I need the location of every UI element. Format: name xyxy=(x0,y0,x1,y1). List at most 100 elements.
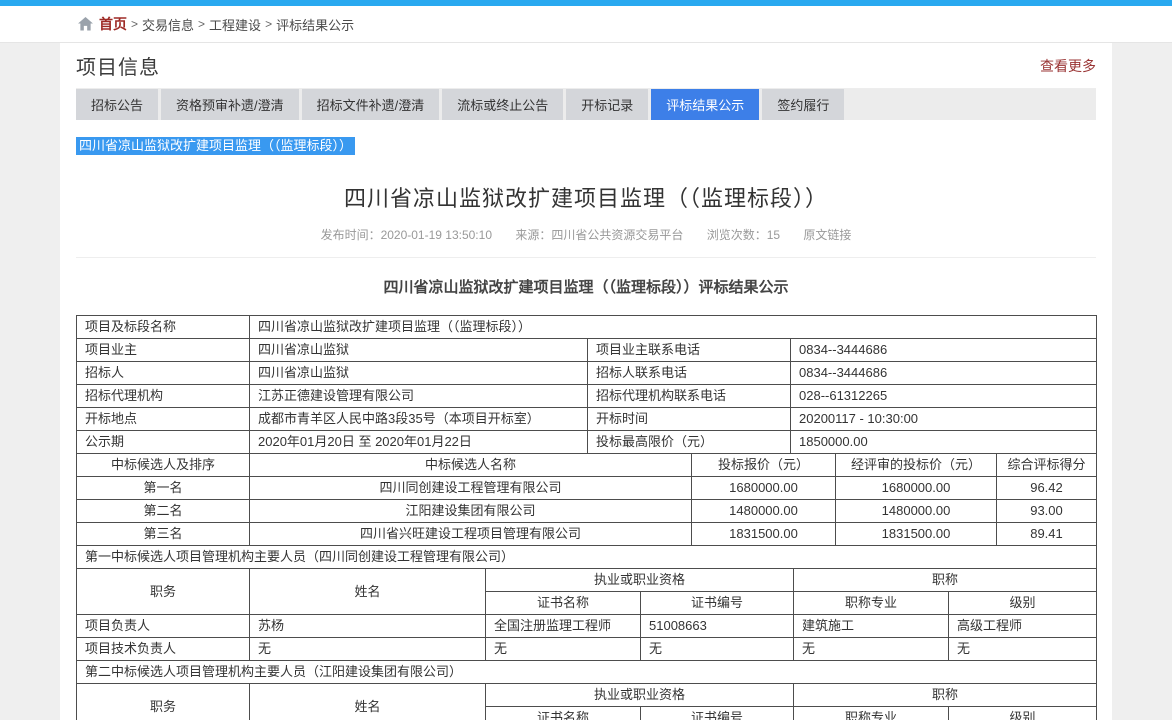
table-header-cell: 职称专业 xyxy=(794,592,949,615)
second-candidate-personnel-table: 第二中标候选人项目管理机构主要人员（江阳建设集团有限公司） 职务 姓名 执业或职… xyxy=(76,660,1097,720)
original-link[interactable]: 原文链接 xyxy=(803,228,851,242)
table-row: 开标地点 成都市青羊区人民中路3段35号（本项目开标室） 开标时间 202001… xyxy=(77,408,1097,431)
table-cell: 江苏正德建设管理有限公司 xyxy=(250,385,588,408)
table-header-row: 职务 姓名 执业或职业资格 职称 xyxy=(77,684,1097,707)
article-meta: 发布时间：2020-01-19 13:50:10 来源：四川省公共资源交易平台 … xyxy=(76,226,1096,258)
section-title-row: 第二中标候选人项目管理机构主要人员（江阳建设集团有限公司） xyxy=(77,661,1097,684)
breadcrumb-item-trade-info[interactable]: 交易信息 xyxy=(142,15,194,34)
table-cell: 四川省凉山监狱 xyxy=(250,339,588,362)
table-cell: 1480000.00 xyxy=(836,500,997,523)
table-cell: 1680000.00 xyxy=(692,477,836,500)
table-header-cell: 投标报价（元） xyxy=(692,454,836,477)
table-cell: 1680000.00 xyxy=(836,477,997,500)
breadcrumb-item-eval-results[interactable]: 评标结果公示 xyxy=(276,15,354,34)
tab-failed-or-terminated[interactable]: 流标或终止公告 xyxy=(442,89,563,120)
tab-bar: 招标公告 资格预审补遗/澄清 招标文件补遗/澄清 流标或终止公告 开标记录 评标… xyxy=(76,89,1096,120)
breadcrumb-item-engineering[interactable]: 工程建设 xyxy=(209,15,261,34)
table-header-cell: 综合评标得分 xyxy=(997,454,1097,477)
table-header-cell: 级别 xyxy=(949,592,1097,615)
table-cell: 89.41 xyxy=(997,523,1097,546)
table-header-cell: 职称专业 xyxy=(794,707,949,720)
table-cell: 四川省兴旺建设工程项目管理有限公司 xyxy=(250,523,692,546)
table-cell: 93.00 xyxy=(997,500,1097,523)
tab-prequalification-addendum[interactable]: 资格预审补遗/澄清 xyxy=(161,89,299,120)
table-row: 招标代理机构 江苏正德建设管理有限公司 招标代理机构联系电话 028--6131… xyxy=(77,385,1097,408)
announcement-subtitle: 四川省凉山监狱改扩建项目监理（（监理标段））评标结果公示 xyxy=(76,276,1096,297)
table-cell: 项目业主 xyxy=(77,339,250,362)
table-cell: 全国注册监理工程师 xyxy=(486,615,641,638)
table-row: 第三名 四川省兴旺建设工程项目管理有限公司 1831500.00 1831500… xyxy=(77,523,1097,546)
table-cell: 四川省凉山监狱改扩建项目监理（（监理标段）） xyxy=(250,316,1097,339)
table-cell: 1831500.00 xyxy=(836,523,997,546)
section-title-cell: 第二中标候选人项目管理机构主要人员（江阳建设集团有限公司） xyxy=(77,661,1097,684)
table-cell: 投标最高限价（元） xyxy=(588,431,791,454)
selected-result-link[interactable]: 四川省凉山监狱改扩建项目监理（（监理标段）） xyxy=(76,137,355,155)
table-cell: 公示期 xyxy=(77,431,250,454)
table-cell: 无 xyxy=(250,638,486,661)
breadcrumb-separator: > xyxy=(198,17,205,31)
table-cell: 2020年01月20日 至 2020年01月22日 xyxy=(250,431,588,454)
table-cell: 成都市青羊区人民中路3段35号（本项目开标室） xyxy=(250,408,588,431)
tab-bid-opening-record[interactable]: 开标记录 xyxy=(566,89,648,120)
project-info-table: 项目及标段名称 四川省凉山监狱改扩建项目监理（（监理标段）） 项目业主 四川省凉… xyxy=(76,315,1097,454)
table-header-cell: 中标候选人及排序 xyxy=(77,454,250,477)
table-cell: 开标地点 xyxy=(77,408,250,431)
table-header-cell: 执业或职业资格 xyxy=(486,569,794,592)
table-cell: 项目业主联系电话 xyxy=(588,339,791,362)
table-cell: 第一名 xyxy=(77,477,250,500)
breadcrumb: 首页 > 交易信息 > 工程建设 > 评标结果公示 xyxy=(0,6,1172,43)
table-header-cell: 职称 xyxy=(794,684,1097,707)
table-cell: 四川同创建设工程管理有限公司 xyxy=(250,477,692,500)
table-cell: 20200117 - 10:30:00 xyxy=(791,408,1097,431)
table-cell: 高级工程师 xyxy=(949,615,1097,638)
results-table: 项目及标段名称 四川省凉山监狱改扩建项目监理（（监理标段）） 项目业主 四川省凉… xyxy=(76,315,1096,720)
table-cell: 苏杨 xyxy=(250,615,486,638)
section-title-row: 第一中标候选人项目管理机构主要人员（四川同创建设工程管理有限公司） xyxy=(77,546,1097,569)
table-header-cell: 职称 xyxy=(794,569,1097,592)
table-cell: 1480000.00 xyxy=(692,500,836,523)
home-icon xyxy=(78,17,93,31)
table-cell: 1850000.00 xyxy=(791,431,1097,454)
content-panel: 项目信息 查看更多 招标公告 资格预审补遗/澄清 招标文件补遗/澄清 流标或终止… xyxy=(60,43,1112,720)
candidates-table: 中标候选人及排序 中标候选人名称 投标报价（元） 经评审的投标价（元） 综合评标… xyxy=(76,453,1097,546)
table-cell: 四川省凉山监狱 xyxy=(250,362,588,385)
tab-evaluation-results[interactable]: 评标结果公示 xyxy=(651,89,759,120)
table-header-cell: 证书名称 xyxy=(486,592,641,615)
table-header-cell: 姓名 xyxy=(250,569,486,615)
table-cell: 51008663 xyxy=(641,615,794,638)
table-header-row: 中标候选人及排序 中标候选人名称 投标报价（元） 经评审的投标价（元） 综合评标… xyxy=(77,454,1097,477)
tab-contract-performance[interactable]: 签约履行 xyxy=(762,89,844,120)
table-header-cell: 经评审的投标价（元） xyxy=(836,454,997,477)
table-cell: 第三名 xyxy=(77,523,250,546)
view-count: 浏览次数：15 xyxy=(707,228,780,242)
table-header-cell: 证书名称 xyxy=(486,707,641,720)
breadcrumb-separator: > xyxy=(265,17,272,31)
table-header-cell: 证书编号 xyxy=(641,707,794,720)
table-cell: 1831500.00 xyxy=(692,523,836,546)
page-title: 项目信息 xyxy=(76,51,160,80)
table-cell: 无 xyxy=(949,638,1097,661)
table-row: 项目业主 四川省凉山监狱 项目业主联系电话 0834--3444686 xyxy=(77,339,1097,362)
table-header-row: 职务 姓名 执业或职业资格 职称 xyxy=(77,569,1097,592)
table-cell: 项目及标段名称 xyxy=(77,316,250,339)
tab-bid-document-addendum[interactable]: 招标文件补遗/澄清 xyxy=(302,89,440,120)
table-row: 项目及标段名称 四川省凉山监狱改扩建项目监理（（监理标段）） xyxy=(77,316,1097,339)
table-cell: 0834--3444686 xyxy=(791,339,1097,362)
table-row: 招标人 四川省凉山监狱 招标人联系电话 0834--3444686 xyxy=(77,362,1097,385)
table-header-cell: 中标候选人名称 xyxy=(250,454,692,477)
tab-bid-announcement[interactable]: 招标公告 xyxy=(76,89,158,120)
article-title: 四川省凉山监狱改扩建项目监理（（监理标段）） xyxy=(76,181,1096,213)
table-row: 项目负责人 苏杨 全国注册监理工程师 51008663 建筑施工 高级工程师 xyxy=(77,615,1097,638)
table-cell: 建筑施工 xyxy=(794,615,949,638)
table-row: 公示期 2020年01月20日 至 2020年01月22日 投标最高限价（元） … xyxy=(77,431,1097,454)
table-cell: 项目负责人 xyxy=(77,615,250,638)
table-cell: 无 xyxy=(641,638,794,661)
table-cell: 无 xyxy=(794,638,949,661)
table-cell: 96.42 xyxy=(997,477,1097,500)
table-cell: 028--61312265 xyxy=(791,385,1097,408)
table-cell: 江阳建设集团有限公司 xyxy=(250,500,692,523)
table-header-cell: 姓名 xyxy=(250,684,486,720)
breadcrumb-home[interactable]: 首页 xyxy=(99,14,127,34)
view-more-link[interactable]: 查看更多 xyxy=(1040,56,1096,76)
section-title-cell: 第一中标候选人项目管理机构主要人员（四川同创建设工程管理有限公司） xyxy=(77,546,1097,569)
